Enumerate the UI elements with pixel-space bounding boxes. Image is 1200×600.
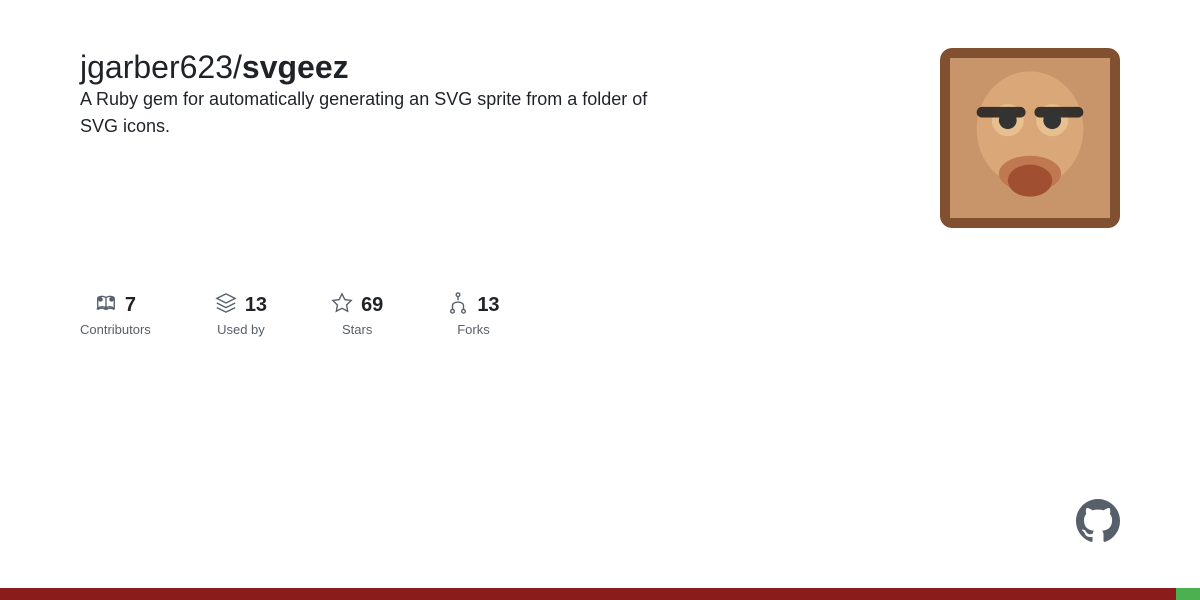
avatar [940,48,1120,228]
used-by-count: 13 [245,294,267,317]
forks-stat-top: 13 [447,292,499,318]
package-icon [215,292,237,318]
forks-label: Forks [457,322,490,337]
bottom-bar [0,588,1200,600]
contributors-count: 7 [125,294,136,317]
forks-stat[interactable]: 13 Forks [447,292,499,337]
stars-count: 69 [361,294,383,317]
repo-description: A Ruby gem for automatically generating … [80,86,680,140]
repo-name[interactable]: svgeez [242,49,349,85]
avatar-image [940,48,1120,228]
repo-owner[interactable]: jgarber623 [80,49,233,85]
stars-stat[interactable]: 69 Stars [331,292,383,337]
contributors-icon [95,292,117,318]
used-by-stat-top: 13 [215,292,267,318]
contributors-stat[interactable]: 7 Contributors [80,292,151,337]
stars-label: Stars [342,322,372,337]
used-by-label: Used by [217,322,265,337]
fork-icon [447,292,469,318]
repo-header: jgarber623/svgeez A Ruby gem for automat… [80,48,1120,228]
used-by-stat[interactable]: 13 Used by [215,292,267,337]
github-logo[interactable] [1076,499,1120,548]
repo-title[interactable]: jgarber623/svgeez [80,48,680,86]
contributors-label: Contributors [80,322,151,337]
repo-title-block: jgarber623/svgeez A Ruby gem for automat… [80,48,680,140]
main-content: jgarber623/svgeez A Ruby gem for automat… [0,0,1200,588]
stars-stat-top: 69 [331,292,383,318]
star-icon [331,292,353,318]
forks-count: 13 [477,294,499,317]
stats-row: 7 Contributors 13 Used by [80,292,1120,337]
contributors-stat-top: 7 [95,292,136,318]
